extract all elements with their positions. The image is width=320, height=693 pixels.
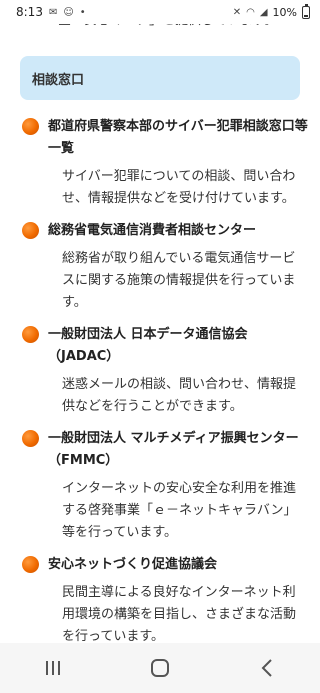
item-description: サイバー犯罪についての相談、問い合わせ、情報提供などを受け付けています。 [62,169,296,206]
app-icon: ☺ [63,6,74,18]
section-header: 相談窓口 [20,56,300,100]
orange-bullet-icon [22,222,39,239]
orange-bullet-icon [22,556,39,573]
item-title-link[interactable]: 安心ネットづくり促進協議会 [48,554,217,576]
home-button[interactable] [140,648,180,688]
list-item[interactable]: 一般財団法人 日本データ通信協会（JADAC） 迷惑メールの相談、問い合わせ、情… [22,324,308,418]
battery-level: 10% [272,5,297,19]
notification-icon: ✉ [48,6,58,18]
orange-bullet-icon [22,118,39,135]
mute-icon: ✕ [232,6,242,18]
signal-icon: ◢ [259,6,268,18]
item-title-link[interactable]: 総務省電気通信消費者相談センター [48,220,256,242]
page-content: 全・安心マーク」を提供しています。 相談窓口 都道府県警察本部のサイバー犯罪相談… [0,10,320,643]
orange-bullet-icon [22,430,39,447]
system-nav-bar [0,643,320,693]
item-title-link[interactable]: 都道府県警察本部のサイバー犯罪相談窓口等一覧 [48,116,308,160]
dot-icon: • [79,6,86,18]
back-icon [261,659,272,677]
section-title: 相談窓口 [32,72,85,88]
status-bar: 8:13 ✉ ☺ • ✕ ◠ ◢ 10% [0,0,320,24]
list-item[interactable]: 安心ネットづくり促進協議会 民間主導による良好なインターネット利用環境の構築を目… [22,554,308,643]
recents-icon [46,661,61,675]
home-icon [150,659,169,677]
list-item[interactable]: 総務省電気通信消費者相談センター 総務省が取り組んでいる電気通信サービスに関する… [22,220,308,314]
item-description: 迷惑メールの相談、問い合わせ、情報提供などを行うことができます。 [62,377,297,414]
list-item[interactable]: 都道府県警察本部のサイバー犯罪相談窓口等一覧 サイバー犯罪についての相談、問い合… [22,116,308,210]
list-item[interactable]: 一般財団法人 マルチメディア振興センター（FMMC） インターネットの安心安全な… [22,428,308,544]
item-description: インターネットの安心安全な利用を推進する啓発事業「ｅ－ネットキャラバン」等を行っ… [62,481,297,540]
item-title-link[interactable]: 一般財団法人 マルチメディア振興センター（FMMC） [48,428,308,472]
status-time: 8:13 [16,5,43,19]
recents-button[interactable] [33,648,73,688]
wifi-icon: ◠ [246,6,255,18]
item-description: 総務省が取り組んでいる電気通信サービスに関する施策の情報提供を行っています。 [62,251,296,310]
battery-icon [302,3,310,19]
item-description: 民間主導による良好なインターネット利用環境の構築を目指し、さまざまな活動を行って… [62,585,297,643]
orange-bullet-icon [22,326,39,343]
back-button[interactable] [247,648,287,688]
item-title-link[interactable]: 一般財団法人 日本データ通信協会（JADAC） [48,324,308,368]
